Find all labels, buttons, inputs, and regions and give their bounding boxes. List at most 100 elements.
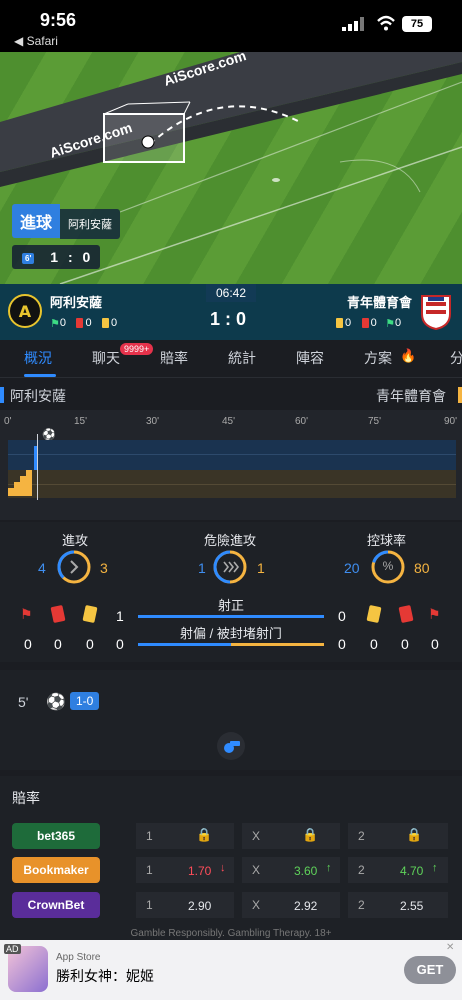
- attack-home: 4: [38, 560, 46, 576]
- corner-flag-icon: ⚑: [50, 318, 60, 330]
- shots-off-home: 0: [116, 636, 124, 652]
- away-team-logo[interactable]: [420, 294, 452, 330]
- shots-on-home: 1: [116, 608, 124, 624]
- away-corner-count: 0: [431, 636, 439, 652]
- shots-off-bar-away: [231, 643, 324, 646]
- home-yellow-count: 0: [86, 636, 94, 652]
- away-corners: 0: [395, 316, 402, 329]
- odds-away-label: 2: [358, 829, 365, 843]
- arrow-up-icon: ↑: [432, 862, 438, 874]
- possession-label: 控球率: [367, 533, 407, 548]
- tab-odds[interactable]: 賠率: [160, 348, 188, 368]
- danger-ring: [213, 550, 247, 584]
- tab-overview[interactable]: 概況: [24, 348, 52, 368]
- odds-cell[interactable]: X: [242, 823, 340, 849]
- tick-label: 0': [4, 416, 12, 427]
- percent-icon: %: [382, 559, 394, 573]
- home-red-count: 0: [54, 636, 62, 652]
- home-color-marker: [0, 387, 4, 403]
- yellow-card-icon: [82, 604, 98, 624]
- tab-predictions[interactable]: 方案: [364, 348, 392, 368]
- danger-home: 1: [198, 560, 206, 576]
- odds-draw-label: X: [252, 863, 261, 877]
- possession-away: 80: [414, 560, 430, 576]
- goal-team-name: 阿利安薩: [60, 209, 121, 239]
- goal-label: 進球: [12, 204, 61, 238]
- home-team-label: 阿利安薩: [10, 388, 66, 404]
- active-tab-indicator: [24, 374, 56, 377]
- dangerous-attack-label: 危險進攻: [204, 533, 257, 548]
- corner-flag-icon: ⚑: [385, 318, 396, 330]
- odds-cell[interactable]: 2: [348, 892, 448, 918]
- mini-score: 6' 1 : 0: [12, 245, 101, 269]
- danger-away: 1: [257, 560, 265, 576]
- odds-title: 賠率: [12, 790, 40, 806]
- home-team-name[interactable]: 阿利安薩: [50, 292, 102, 311]
- odds-draw-value: 3.60: [294, 864, 318, 878]
- event-minute: 6': [22, 252, 35, 264]
- red-card-icon: [361, 317, 369, 328]
- teams-row: 阿利安薩 青年體育會: [0, 380, 462, 410]
- main-score: 1 : 0: [210, 309, 247, 329]
- odds-home-label: 1: [146, 898, 153, 912]
- crownbet-logo[interactable]: CrownBet: [12, 892, 100, 918]
- yellow-card-icon: [102, 317, 110, 328]
- scoreboard: 06:42 A 阿利安薩 ⚑0 0 0 1 : 0 青年體育會 0 0 ⚑0: [0, 284, 462, 340]
- event-score-badge: 1-0: [70, 692, 100, 710]
- tab-chat[interactable]: 聊天: [92, 348, 120, 368]
- shots-off-label: 射偏 / 被封堵射门: [180, 626, 282, 641]
- odds-home-value: 2.90: [188, 899, 212, 913]
- mini-home-score: 1: [50, 249, 59, 265]
- tick-label: 15': [74, 416, 88, 427]
- back-to-safari-link[interactable]: ◀ Safari: [14, 34, 58, 48]
- corner-flag-icon: ⚑: [20, 606, 33, 622]
- lock-icon: 🔒: [406, 827, 423, 842]
- odds-home-label: 1: [146, 829, 153, 843]
- odds-draw-value: 2.92: [294, 899, 318, 913]
- away-team-label: 青年體育會: [376, 388, 446, 404]
- ad-get-button[interactable]: GET: [404, 956, 456, 984]
- ad-store-label: App Store: [56, 952, 101, 963]
- odds-away-label: 2: [358, 863, 365, 877]
- match-timeline: 0' 15' 30' 45' 60' 75' 90' ⚽: [0, 410, 462, 520]
- current-time-marker: [37, 434, 38, 500]
- bet365-logo[interactable]: bet365: [12, 823, 100, 849]
- shots-on-away: 0: [338, 608, 346, 624]
- match-animation-field: AiScore.com AiScore.com 進球 阿利安薩 6' 1 : 0: [0, 52, 462, 284]
- tab-lineups[interactable]: 陣容: [296, 348, 324, 368]
- away-yellow-count: 0: [370, 636, 378, 652]
- odds-away-value: 2.55: [400, 899, 424, 913]
- tick-label: 75': [368, 416, 382, 427]
- bookmaker-logo[interactable]: Bookmaker: [12, 857, 100, 883]
- odds-cell[interactable]: 2: [348, 823, 448, 849]
- away-team-name[interactable]: 青年體育會: [347, 292, 412, 311]
- yellow-card-icon: [366, 604, 382, 624]
- ad-banner[interactable]: AD App Store 勝利女神：妮姬 GET ✕: [0, 940, 462, 1000]
- home-team-logo[interactable]: A: [8, 294, 42, 328]
- status-bar: 9:56 ◀ Safari 75: [0, 0, 462, 52]
- odds-cell[interactable]: X: [242, 892, 340, 918]
- shots-on-label: 射正: [218, 598, 245, 613]
- whistle-icon: [217, 732, 245, 760]
- lock-icon: 🔒: [196, 827, 213, 842]
- mini-score-separator: :: [67, 249, 73, 265]
- away-color-marker: [458, 387, 462, 403]
- away-pressure-steps: [8, 470, 32, 496]
- arrow-down-icon: ↓: [220, 862, 226, 874]
- odds-home-value: 1.70: [188, 864, 212, 878]
- stats-panel: 進攻 4 3 危險進攻 1 1 控球率 20 % 80 ⚑ 1 射正 0 ⚑ 0…: [0, 522, 462, 662]
- corner-flag-icon: ⚑: [428, 606, 441, 622]
- odds-away-label: 2: [358, 898, 365, 912]
- home-red-cards: 0: [85, 316, 92, 329]
- chat-count-badge: 9999+: [120, 343, 154, 355]
- goal-event-banner: 進球 阿利安薩: [12, 204, 121, 239]
- odds-away-value: 4.70: [400, 864, 424, 878]
- tab-more[interactable]: 分: [450, 348, 462, 368]
- odds-cell[interactable]: 1: [136, 892, 234, 918]
- possession-home: 20: [344, 560, 360, 576]
- ad-close-icon[interactable]: ✕: [446, 942, 454, 953]
- arrow-up-icon: ↑: [326, 862, 332, 874]
- odds-cell[interactable]: 1: [136, 823, 234, 849]
- tab-stats[interactable]: 統計: [228, 348, 256, 368]
- lock-icon: 🔒: [302, 827, 319, 842]
